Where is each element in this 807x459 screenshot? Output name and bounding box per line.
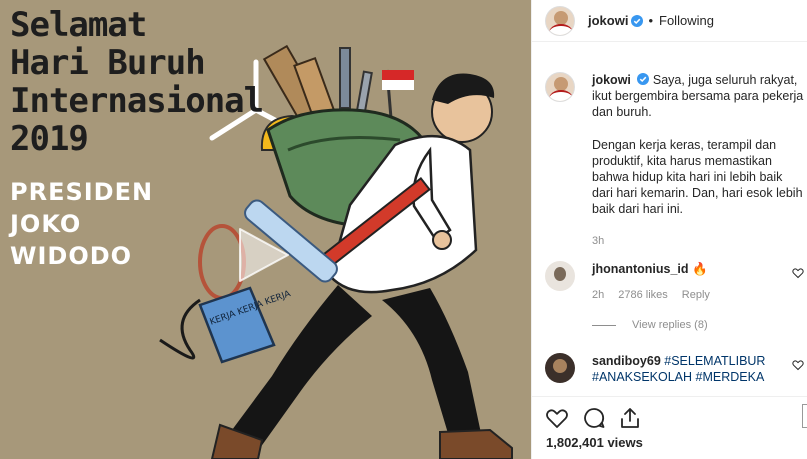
header-separator: • xyxy=(648,13,654,28)
comment-likes[interactable]: 2786 likes xyxy=(618,289,668,301)
view-replies-label: View replies (8) xyxy=(632,319,708,331)
post-caption: jokowi Saya, juga seluruh rakyat, ikut b… xyxy=(545,72,807,249)
post-actions: 1,802,401 views xyxy=(532,396,807,459)
post-details-panel: jokowi • Following jokowi Saya, juga sel… xyxy=(531,0,807,459)
verified-badge-icon xyxy=(631,14,644,27)
comment-timestamp[interactable]: 2h xyxy=(592,289,604,301)
reply-button[interactable]: Reply xyxy=(682,289,710,301)
caption-timestamp[interactable]: 3h xyxy=(592,233,804,249)
comment-username[interactable]: sandiboy69 xyxy=(592,354,661,368)
view-replies-button[interactable]: View replies (8) xyxy=(592,319,708,331)
save-bookmark-edge[interactable] xyxy=(802,404,807,428)
comment-item: jhonantonius_id 🔥 2h 2786 likes Reply xyxy=(545,261,807,301)
heart-icon[interactable] xyxy=(545,406,569,430)
view-replies-line xyxy=(592,324,616,326)
header-username[interactable]: jokowi xyxy=(588,13,628,28)
following-button[interactable]: Following xyxy=(659,13,714,28)
view-count: 1,802,401 views xyxy=(546,435,643,450)
comment-username[interactable]: jhonantonius_id xyxy=(592,262,689,276)
caption-avatar[interactable] xyxy=(545,72,575,102)
comment-like-heart-icon[interactable] xyxy=(792,267,804,279)
comment-like-heart-icon[interactable] xyxy=(792,359,804,371)
verified-badge-icon xyxy=(637,73,650,85)
play-icon[interactable] xyxy=(232,225,292,285)
caption-username[interactable]: jokowi xyxy=(592,73,631,87)
caption-paragraph-2: Dengan kerja keras, terampil dan produkt… xyxy=(592,138,803,216)
post-image-subtitle: PRESIDEN JOKO WIDODO xyxy=(10,178,154,270)
post-header: jokowi • Following xyxy=(532,0,807,42)
post-image-title: Selamat Hari Buruh Internasional 2019 xyxy=(10,5,264,159)
comment-icon[interactable] xyxy=(582,406,606,430)
comment-avatar[interactable] xyxy=(545,353,575,383)
comment-text: 🔥 xyxy=(692,262,708,276)
comment-item: sandiboy69 #SELEMATLIBUR #ANAKSEKOLAH #M… xyxy=(545,353,807,385)
post-media[interactable]: KERJA KERJA KERJA Selamat Hari Buruh Int… xyxy=(0,0,531,459)
avatar[interactable] xyxy=(545,5,575,36)
share-icon[interactable] xyxy=(618,406,642,430)
comment-avatar[interactable] xyxy=(545,261,575,291)
